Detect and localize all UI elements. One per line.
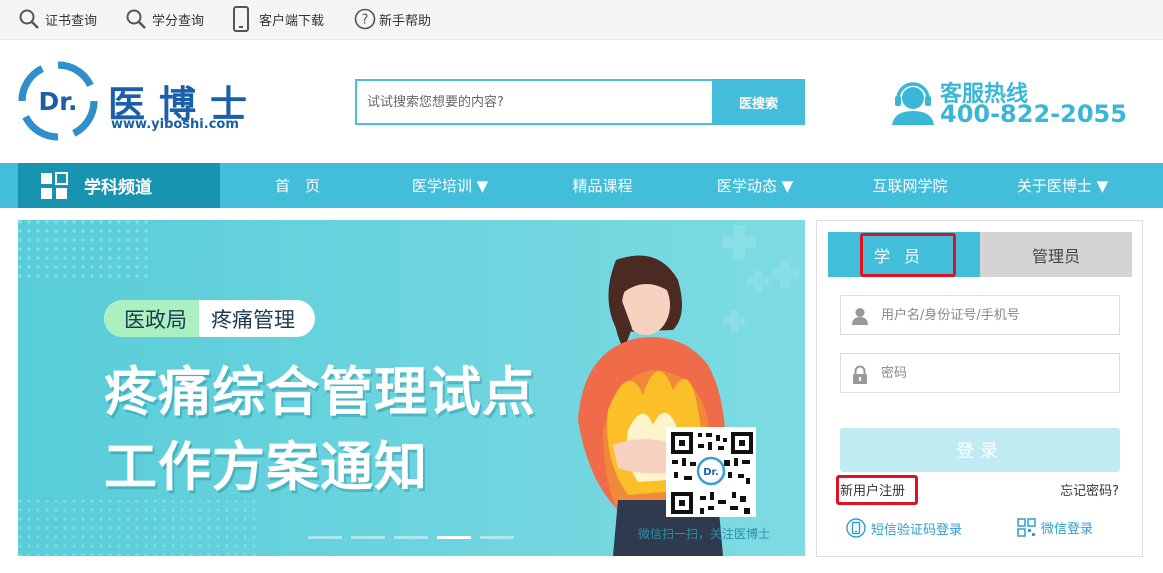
password-field xyxy=(840,353,1120,393)
client-download-link[interactable]: 客户端下载 xyxy=(232,0,324,38)
search-box: 医搜索 xyxy=(355,79,805,125)
carousel-dot[interactable] xyxy=(480,536,514,539)
banner-headline-line2: 工作方案通知 xyxy=(104,437,428,498)
certificate-query-link[interactable]: 证书查询 xyxy=(18,0,97,38)
site-header: Dr. 医博士 www.yiboshi.com 医搜索 客服热线 400-822… xyxy=(0,40,1163,163)
wechat-login-label: 微信登录 xyxy=(1041,522,1094,537)
credit-query-label: 学分查询 xyxy=(152,13,205,29)
headset-icon xyxy=(892,82,934,125)
nav-medical-training[interactable]: 医学培训 ▼ xyxy=(400,163,500,208)
subject-channel-menu[interactable]: 学科频道 xyxy=(18,163,220,208)
top-bar: 证书查询 学分查询 客户端下载 ? 新手帮助 xyxy=(0,0,1163,40)
banner-tag: 医政局 疼痛管理 xyxy=(104,300,315,337)
svg-text:?: ? xyxy=(362,13,369,28)
username-input[interactable] xyxy=(881,296,1111,334)
subject-channel-label: 学科频道 xyxy=(84,178,152,198)
nav-premium-courses[interactable]: 精品课程 xyxy=(555,163,650,208)
tab-student[interactable]: 学员 xyxy=(828,232,980,277)
svg-text:Dr.: Dr. xyxy=(703,467,719,478)
username-field xyxy=(840,295,1120,335)
search-icon xyxy=(126,9,146,29)
grid-icon xyxy=(41,171,68,199)
credit-query-link[interactable]: 学分查询 xyxy=(125,0,204,38)
logo-badge-text: Dr. xyxy=(38,87,77,116)
tab-admin[interactable]: 管理员 xyxy=(980,232,1132,277)
qr-scan-icon xyxy=(1017,518,1036,537)
hotline-number: 400-822-2055 xyxy=(940,100,1127,128)
login-panel: 学员 管理员 登录 新用户注册 忘记密码? 短信验证码登录 微信登录 xyxy=(816,220,1143,557)
banner-headline-line1: 疼痛综合管理试点 xyxy=(104,362,536,423)
main-nav: 学科频道 首 页 医学培训 ▼ 精品课程 医学动态 ▼ 互联网学院 关于医博士 … xyxy=(0,163,1163,208)
user-icon xyxy=(852,308,868,325)
search-input[interactable] xyxy=(357,81,713,123)
register-link[interactable]: 新用户注册 xyxy=(840,480,905,499)
dr-logo-icon: Dr. xyxy=(18,61,98,141)
search-button[interactable]: 医搜索 xyxy=(712,79,805,125)
banner-tag-bureau: 医政局 xyxy=(104,300,199,337)
logo-url: www.yiboshi.com xyxy=(111,117,239,132)
banner-tag-topic: 疼痛管理 xyxy=(211,307,295,332)
sms-phone-icon xyxy=(846,518,866,538)
carousel-dot[interactable] xyxy=(351,536,385,539)
client-download-label: 客户端下载 xyxy=(259,13,325,29)
wechat-login-link[interactable]: 微信登录 xyxy=(1017,518,1093,537)
carousel-dot[interactable] xyxy=(308,536,342,539)
certificate-query-label: 证书查询 xyxy=(45,13,98,29)
qr-code: Dr. xyxy=(666,427,756,517)
lock-icon xyxy=(853,365,867,384)
forgot-password-link[interactable]: 忘记密码? xyxy=(1060,480,1119,499)
nav-medical-news[interactable]: 医学动态 ▼ xyxy=(705,163,805,208)
carousel-indicators xyxy=(308,536,514,539)
beginner-help-label: 新手帮助 xyxy=(379,13,432,29)
login-button[interactable]: 登录 xyxy=(840,428,1120,472)
nav-internet-academy[interactable]: 互联网学院 xyxy=(860,163,960,208)
password-input[interactable] xyxy=(881,354,1111,392)
customer-hotline: 客服热线 400-822-2055 xyxy=(890,76,1130,132)
nav-home[interactable]: 首 页 xyxy=(250,163,345,208)
search-icon xyxy=(19,9,39,29)
carousel-dot-active[interactable] xyxy=(437,536,471,539)
sms-login-link[interactable]: 短信验证码登录 xyxy=(846,518,962,538)
nav-about[interactable]: 关于医博士 ▼ xyxy=(1005,163,1120,208)
sms-login-label: 短信验证码登录 xyxy=(871,522,963,538)
site-logo[interactable]: Dr. 医博士 www.yiboshi.com xyxy=(16,60,256,142)
mobile-phone-icon xyxy=(233,6,249,32)
help-circle-icon: ? xyxy=(354,8,376,30)
carousel-dot[interactable] xyxy=(394,536,428,539)
beginner-help-link[interactable]: ? 新手帮助 xyxy=(354,0,431,38)
banner-qr-caption: 微信扫一扫，关注医博士 xyxy=(638,527,771,541)
banner-carousel[interactable]: Dr. 医政局 疼痛管理 疼痛综合管理试点 工作方案通知 微信扫一扫，关注医博士 xyxy=(18,220,805,556)
